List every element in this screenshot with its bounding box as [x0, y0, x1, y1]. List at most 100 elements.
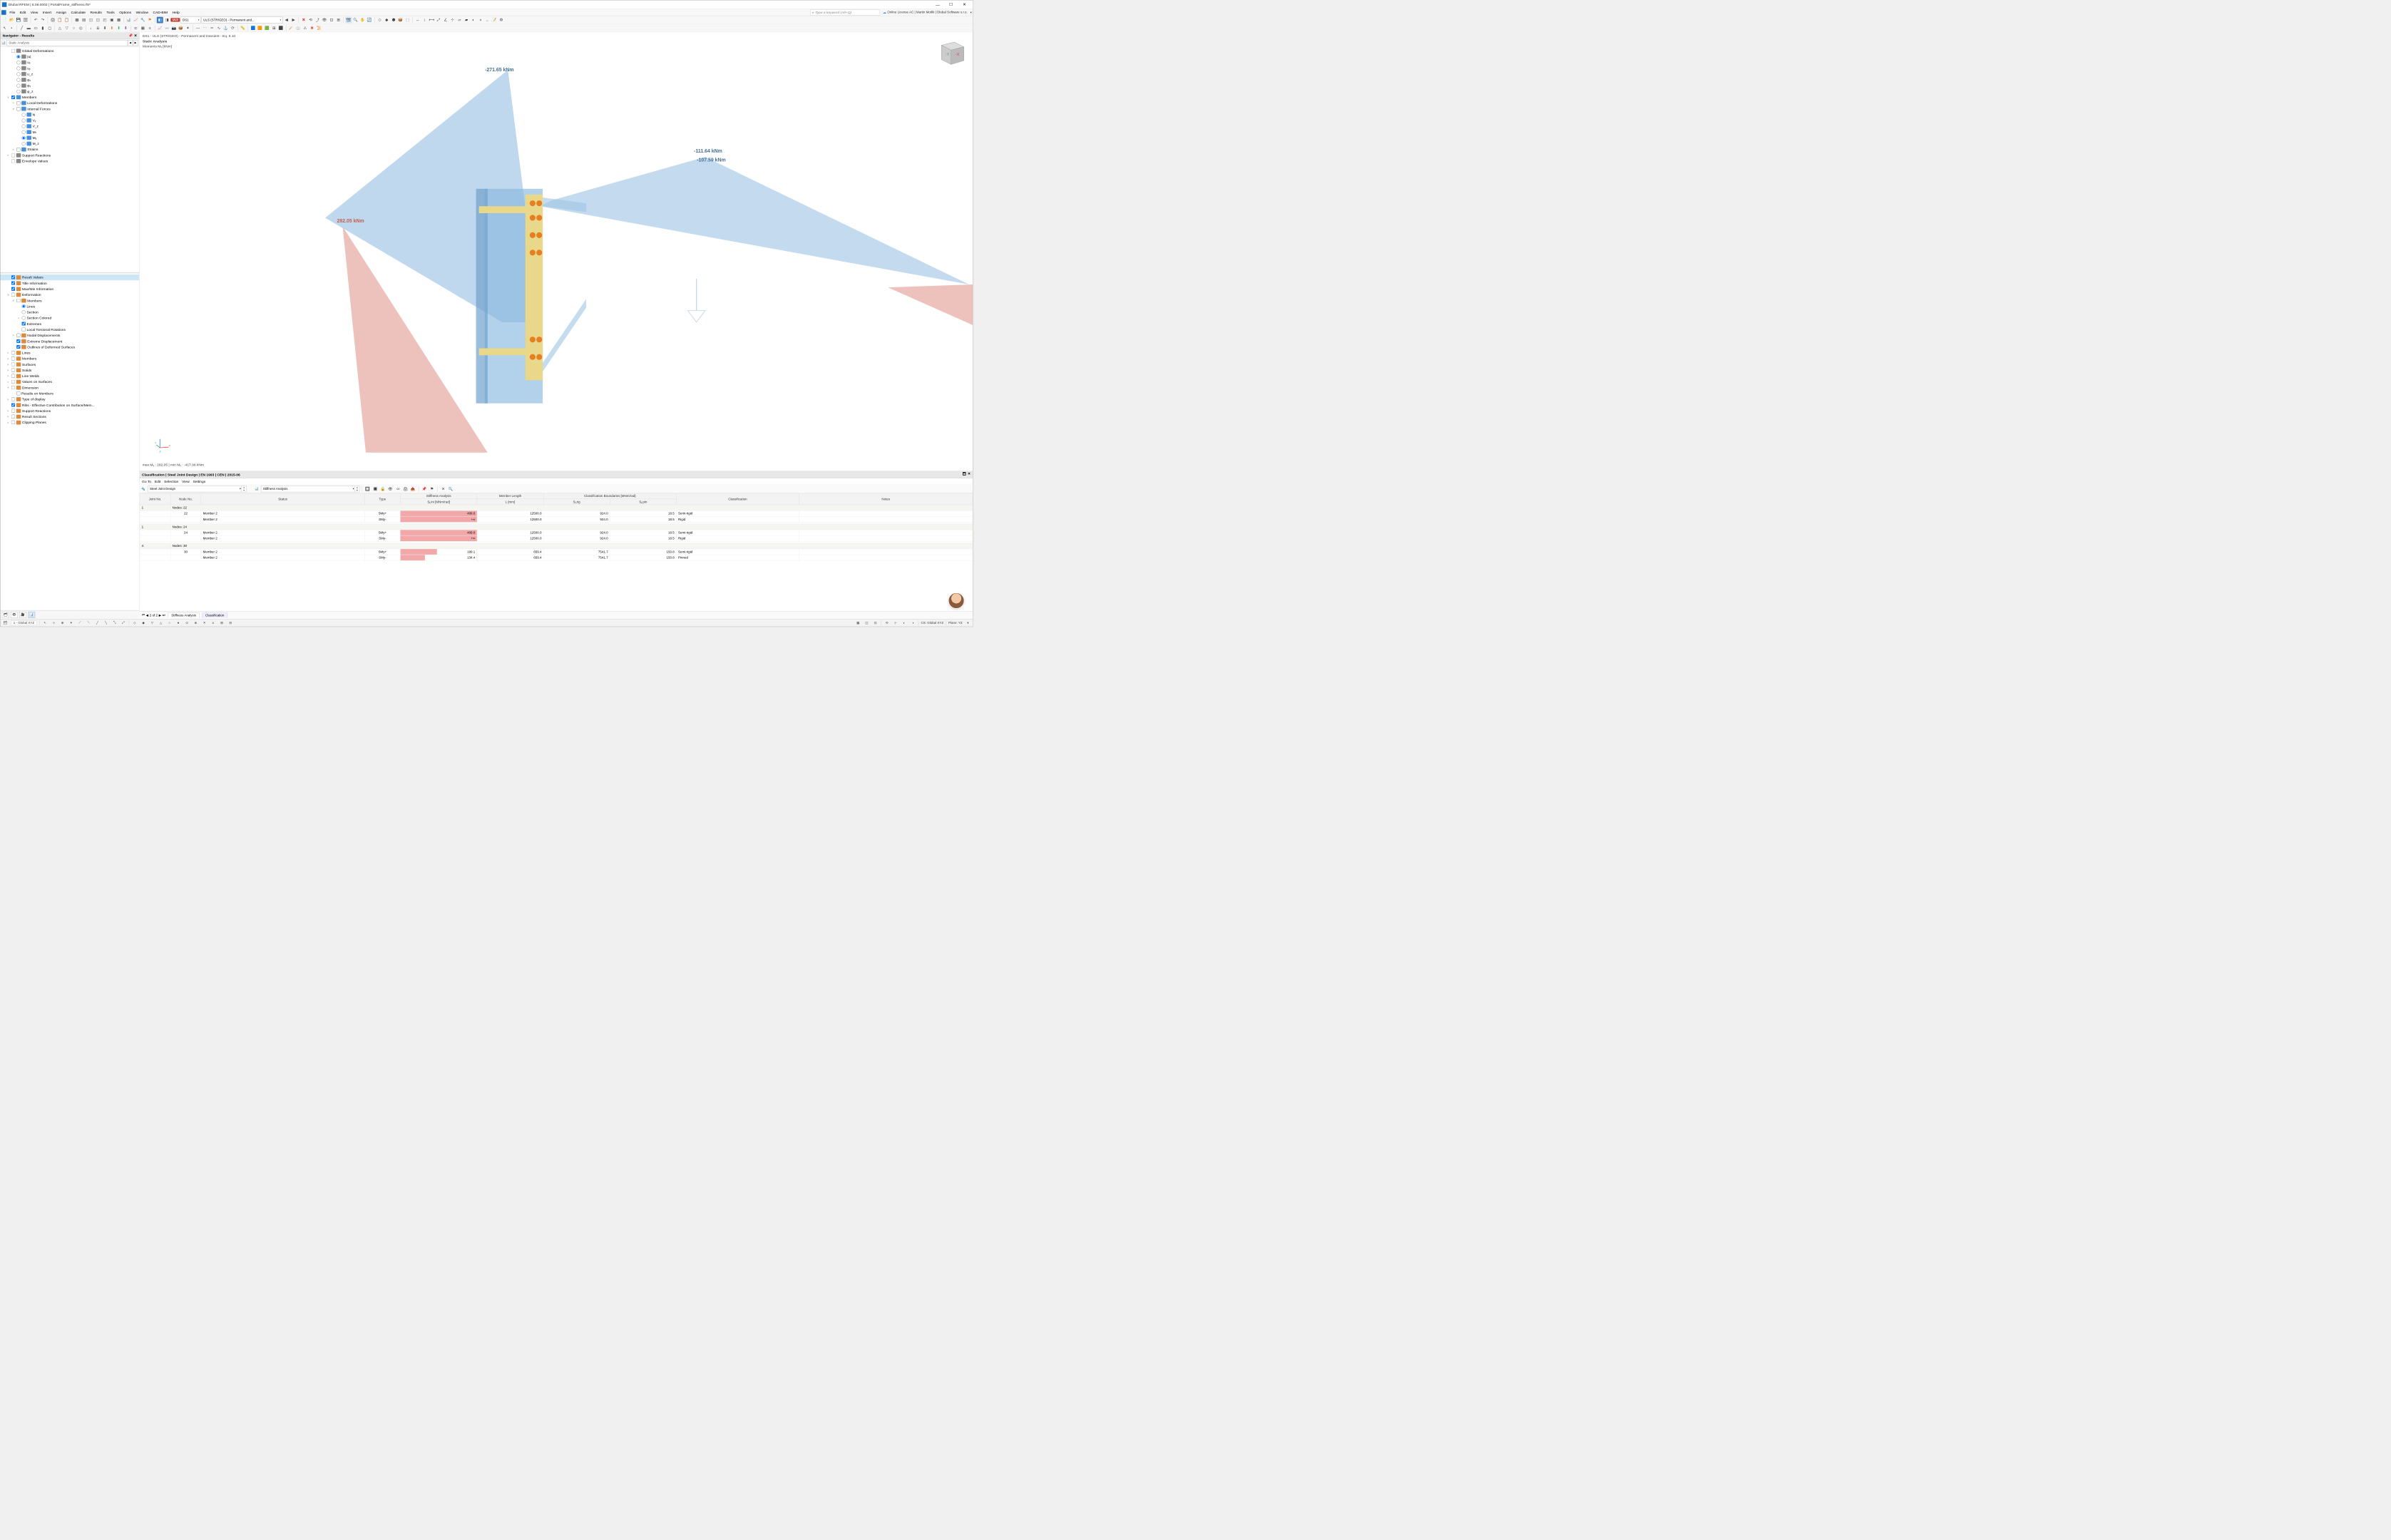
col-lmm[interactable]: L [mm] — [477, 499, 543, 505]
proj3-icon[interactable]: ◐ — [470, 16, 476, 23]
tool-a-icon[interactable]: ⟲ — [307, 16, 314, 23]
sj-menu-settings[interactable]: Settings — [193, 479, 206, 483]
snap3-icon[interactable]: ⬢ — [390, 16, 396, 23]
view2-icon[interactable]: ◫ — [95, 16, 101, 23]
tree-checkbox[interactable] — [11, 159, 15, 163]
sj-menu-goto[interactable]: Go To — [142, 479, 151, 483]
sj-analysis-combo[interactable]: Stiffness Analysis▴▾ — [261, 486, 359, 492]
doc2-icon[interactable]: 📋 — [63, 16, 70, 23]
col-bounds[interactable]: Classification Boundaries [MNm/rad] — [543, 493, 676, 499]
dash1-icon[interactable]: — — [195, 25, 201, 31]
tree-item[interactable]: >Section Colored — [0, 315, 139, 321]
view4-icon[interactable]: ▣ — [108, 16, 115, 23]
color1-icon[interactable]: 🟦 — [250, 25, 256, 31]
tree-item[interactable]: φᵧ — [0, 83, 139, 88]
tree-item[interactable]: uₓ — [0, 59, 139, 65]
wand-icon[interactable]: 🪄 — [288, 25, 295, 31]
tool-d-icon[interactable]: ⊡ — [328, 16, 334, 23]
tree-item[interactable]: >Support Reactions — [0, 408, 139, 414]
tree-radio[interactable] — [22, 142, 26, 145]
section-icon[interactable]: ⊏ — [133, 25, 139, 31]
col-length[interactable]: Member Length — [477, 493, 543, 499]
flag-icon[interactable]: ⚑ — [147, 16, 153, 23]
sb-o3-icon[interactable]: ◐ — [901, 620, 907, 626]
ruler-icon[interactable]: 📏 — [240, 25, 246, 31]
node-tool-icon[interactable]: • — [9, 25, 15, 31]
tree-checkbox[interactable] — [11, 403, 15, 406]
tree-item[interactable]: >Members — [0, 356, 139, 361]
tree-item[interactable]: >Clipping Planes — [0, 419, 139, 425]
table-group-row[interactable]: 4Nodes: 30 — [140, 543, 973, 549]
tree-checkbox[interactable] — [22, 322, 26, 325]
menu-results[interactable]: Results — [88, 10, 104, 15]
col-stiffness[interactable]: Stiffness Analysis — [400, 493, 476, 499]
view-cube[interactable]: -Y -X — [935, 36, 967, 68]
tree-item[interactable]: >Type of display — [0, 396, 139, 402]
tree-checkbox[interactable] — [11, 362, 15, 366]
new-icon[interactable]: 📄 — [1, 16, 8, 23]
solid-icon[interactable]: ▮ — [39, 25, 46, 31]
view3-icon[interactable]: ◰ — [101, 16, 108, 23]
proj4-icon[interactable]: ◑ — [477, 16, 483, 23]
star-icon[interactable]: ✦ — [185, 25, 191, 31]
open-icon[interactable]: 📂 — [9, 16, 15, 23]
tab-classification[interactable]: Classification — [203, 613, 227, 618]
tree-radio[interactable] — [22, 118, 26, 122]
sb-s1-icon[interactable]: ◇ — [131, 620, 138, 626]
envelope-icon[interactable]: 〰 — [164, 25, 170, 31]
sb-s4-icon[interactable]: △ — [158, 620, 164, 626]
dim4-icon[interactable]: ⤢ — [436, 16, 442, 23]
tree-item[interactable]: >Local Deformations — [0, 100, 139, 106]
nav-results-icon[interactable]: 📊 — [28, 612, 35, 618]
load3-icon[interactable]: ⬇ — [101, 25, 108, 31]
tree-item[interactable]: Extremes — [0, 321, 139, 327]
tree-checkbox[interactable] — [11, 49, 15, 53]
spring-icon[interactable]: ⟳ — [230, 25, 236, 31]
material-icon[interactable]: ▦ — [140, 25, 146, 31]
sb-g3-icon[interactable]: ⊡ — [872, 620, 879, 626]
menu-options[interactable]: Options — [117, 10, 133, 15]
tree-checkbox[interactable] — [11, 374, 15, 378]
nav-next-icon[interactable]: ▶ — [290, 16, 297, 23]
sb-t10-icon[interactable]: ⤢ — [121, 620, 127, 626]
undo-icon[interactable]: ↶ — [33, 16, 39, 23]
nav-prev-icon[interactable]: ◀ — [283, 16, 290, 23]
table-row[interactable]: 24Member 2SMy+ 409.0 12500.0924.018.5 Se… — [140, 530, 973, 535]
tree-item[interactable]: Mₜ — [0, 129, 139, 135]
dim3-icon[interactable]: ⟷ — [429, 16, 435, 23]
tree-radio[interactable] — [16, 83, 20, 87]
results-icon[interactable]: ◨ — [164, 16, 170, 23]
uls-combo[interactable]: ULS (STR/GEO) - Permanent and... — [201, 16, 282, 23]
tree-item[interactable]: Envelope Values — [0, 158, 139, 164]
tree-item[interactable]: Result Values — [0, 274, 139, 280]
analysis-next[interactable]: ▶ — [133, 40, 138, 46]
ds-combo[interactable]: DS1 — [180, 16, 200, 23]
print-icon[interactable]: 🖨 — [50, 16, 56, 23]
sj-menu-selection[interactable]: Selection — [164, 479, 178, 483]
saveall-icon[interactable]: 🗄 — [22, 16, 29, 23]
pointer-icon[interactable]: ↖ — [1, 25, 8, 31]
sj-pin-icon[interactable]: 📌 — [421, 486, 428, 492]
tree-item[interactable]: Local Torsional Rotations — [0, 327, 139, 332]
results-toggle-icon[interactable]: ◧ — [157, 16, 163, 23]
tool-b-icon[interactable]: ⤴ — [314, 16, 321, 23]
menu-calculate[interactable]: Calculate — [68, 10, 88, 15]
tree-item[interactable]: M_z — [0, 140, 139, 146]
table-row[interactable]: Member 2SMy- +∞ 12500.0924.018.5 Rigid — [140, 535, 973, 541]
tree-checkbox[interactable] — [16, 339, 20, 343]
sb-plane-dd-icon[interactable]: ▾ — [965, 620, 971, 626]
rotate-icon[interactable]: 🔄 — [367, 16, 373, 23]
tree-checkbox[interactable] — [11, 275, 15, 279]
gear-icon[interactable]: ⚙ — [498, 16, 504, 23]
table-row[interactable]: 30Member 2SMy+ 199.1 659.47541.7150.8 Se… — [140, 549, 973, 555]
menu-tools[interactable]: Tools — [104, 10, 117, 15]
tree-radio[interactable] — [22, 136, 26, 140]
release-icon[interactable]: ◎ — [78, 25, 84, 31]
calc2-icon[interactable]: 📈 — [133, 16, 139, 23]
tree-item[interactable]: Max/Min Information — [0, 286, 139, 292]
curve-icon[interactable]: ∿ — [215, 25, 222, 31]
sb-s2-icon[interactable]: ◆ — [140, 620, 147, 626]
member-icon[interactable]: ▬ — [26, 25, 32, 31]
sj-lock-icon[interactable]: 🔒 — [379, 486, 386, 492]
col-node[interactable]: Node No. — [170, 493, 201, 505]
